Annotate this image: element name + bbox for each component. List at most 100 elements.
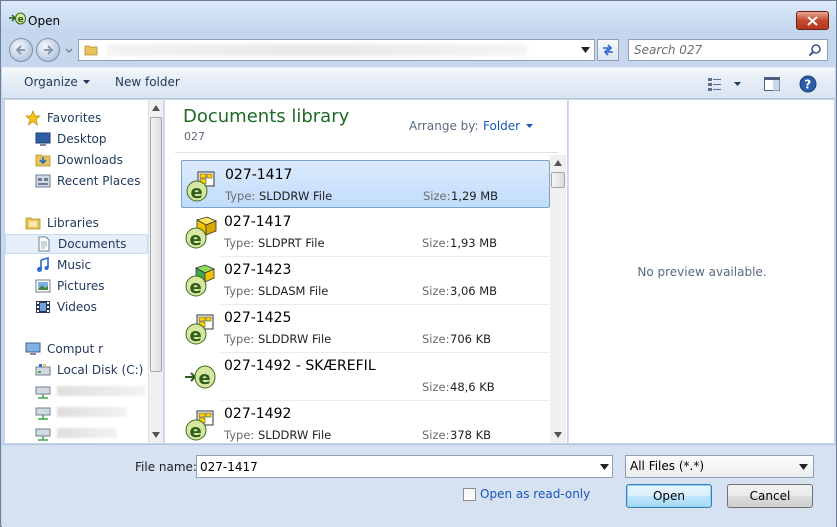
nav-item-pictures[interactable]: Pictures	[5, 276, 148, 296]
file-type: SLDPRT File	[258, 236, 325, 250]
file-row[interactable]: e 027-1417 Type: SLDPRT File Size: 1,93 …	[181, 208, 550, 257]
search-input[interactable]	[634, 42, 804, 58]
nav-item-network-drive[interactable]	[5, 423, 148, 443]
svg-text:e: e	[199, 368, 211, 389]
recent-places-icon	[35, 174, 51, 188]
nav-item-network-drive[interactable]	[5, 402, 148, 422]
nav-item-downloads[interactable]: Downloads	[5, 150, 148, 170]
address-dropdown-icon[interactable]	[581, 47, 590, 53]
command-toolbar: Organize New folder ?	[2, 67, 835, 99]
file-size: 1,93 MB	[450, 236, 498, 250]
recent-pages-chevron-icon[interactable]	[64, 45, 74, 55]
file-size-label: Size:	[422, 332, 450, 346]
drawing-icon: e	[185, 410, 214, 442]
nav-libraries[interactable]: Libraries	[5, 213, 148, 233]
address-bar[interactable]	[78, 39, 595, 61]
scroll-up-icon[interactable]	[152, 105, 160, 111]
downloads-folder-icon	[35, 154, 51, 167]
organize-button[interactable]: Organize	[24, 75, 90, 89]
cancel-button[interactable]: Cancel	[727, 484, 813, 508]
file-type-filter-value: All Files (*.*)	[630, 459, 705, 473]
edrawing-icon: e	[185, 365, 216, 389]
preview-pane-icon[interactable]	[764, 77, 780, 91]
svg-text:?: ?	[804, 78, 811, 92]
nav-item-desktop[interactable]: Desktop	[5, 129, 148, 149]
nav-computer-label: Comput r	[47, 342, 104, 356]
scroll-up-icon[interactable]	[554, 160, 562, 166]
file-size: 48,6 KB	[450, 380, 495, 394]
file-row[interactable]: e 027-1492 Type: SLDDRW File Size: 378 K…	[181, 400, 550, 443]
network-drive-icon	[35, 386, 51, 399]
file-name-label: File name:	[135, 460, 197, 474]
arrange-by-dropdown[interactable]: Folder	[483, 119, 534, 133]
nav-favorites-label: Favorites	[47, 111, 102, 125]
file-type-filter-select[interactable]: All Files (*.*)	[625, 455, 814, 478]
nav-item-label: Downloads	[57, 153, 123, 167]
file-list-scrollbar[interactable]	[550, 155, 566, 443]
music-icon	[37, 257, 49, 272]
file-type-label: Type:	[224, 332, 255, 346]
organize-label: Organize	[24, 75, 78, 89]
nav-item-music[interactable]: Music	[5, 255, 148, 275]
star-icon	[25, 110, 41, 126]
forward-button[interactable]	[36, 38, 60, 62]
svg-text:e: e	[190, 325, 202, 346]
address-path	[107, 44, 527, 56]
file-name-dropdown-icon[interactable]	[600, 464, 609, 470]
nav-item-network-drive[interactable]	[5, 381, 148, 401]
nav-item-label: Music	[57, 258, 92, 272]
documents-icon	[38, 236, 50, 252]
desktop-icon	[35, 132, 51, 146]
file-row[interactable]: e 027-1492 - SKÆREFIL Size: 48,6 KB	[181, 352, 550, 401]
nav-computer[interactable]: Comput r	[5, 339, 148, 359]
change-view-icon[interactable]	[707, 76, 745, 92]
file-name: 027-1492 - SKÆREFIL	[224, 358, 376, 374]
nav-scrollbar[interactable]	[148, 100, 163, 443]
nav-item-label: Pictures	[57, 279, 105, 293]
svg-text:e: e	[190, 229, 202, 250]
file-name: 027-1492	[224, 406, 292, 422]
nav-favorites[interactable]: Favorites	[5, 108, 148, 128]
open-button[interactable]: Open	[626, 484, 712, 508]
nav-item-recent-places[interactable]: Recent Places	[5, 171, 148, 191]
search-icon[interactable]	[808, 43, 822, 57]
file-size-label: Size:	[422, 284, 450, 298]
help-icon[interactable]: ?	[799, 75, 817, 93]
file-row[interactable]: e 027-1425 Type: SLDDRW File Size: 706 K…	[181, 304, 550, 353]
file-name-combobox[interactable]	[196, 455, 613, 478]
read-only-option[interactable]: Open as read-only	[463, 487, 590, 501]
file-type-label: Type:	[224, 284, 255, 298]
file-type: SLDDRW File	[258, 428, 332, 442]
nav-item-label: Videos	[57, 300, 97, 314]
nav-item-label: Desktop	[57, 132, 107, 146]
svg-text:e: e	[190, 277, 202, 298]
nav-item-local-disk[interactable]: Local Disk (C:)	[5, 360, 148, 380]
preview-pane: No preview available.	[568, 100, 834, 443]
scroll-down-icon[interactable]	[554, 432, 562, 438]
local-disk-icon	[35, 364, 51, 376]
arrow-left-icon	[15, 45, 25, 55]
header-divider	[175, 152, 558, 153]
title-bar[interactable]: e Open	[1, 1, 836, 33]
file-name: 027-1423	[224, 262, 292, 278]
pictures-icon	[35, 279, 51, 293]
nav-item-documents[interactable]: Documents	[5, 234, 148, 254]
back-button[interactable]	[9, 38, 33, 62]
file-size-label: Size:	[422, 380, 450, 394]
scroll-down-icon[interactable]	[152, 432, 160, 438]
read-only-label[interactable]: Open as read-only	[480, 487, 590, 501]
file-name: 027-1417	[224, 214, 292, 230]
search-box[interactable]	[628, 39, 828, 61]
file-name-input[interactable]	[200, 459, 590, 475]
computer-icon	[25, 342, 41, 355]
nav-item-videos[interactable]: Videos	[5, 297, 148, 317]
file-scroll-thumb[interactable]	[551, 172, 565, 188]
read-only-checkbox[interactable]	[463, 487, 476, 501]
new-folder-button[interactable]: New folder	[115, 75, 180, 89]
close-button[interactable]	[796, 11, 829, 30]
refresh-button[interactable]	[597, 39, 619, 61]
nav-scroll-thumb[interactable]	[150, 117, 162, 372]
videos-icon	[36, 301, 50, 313]
file-row[interactable]: e 027-1423 Type: SLDASM File Size: 3,06 …	[181, 256, 550, 305]
file-row[interactable]: e 027-1417 Type: SLDDRW File Size: 1,29 …	[181, 160, 550, 208]
